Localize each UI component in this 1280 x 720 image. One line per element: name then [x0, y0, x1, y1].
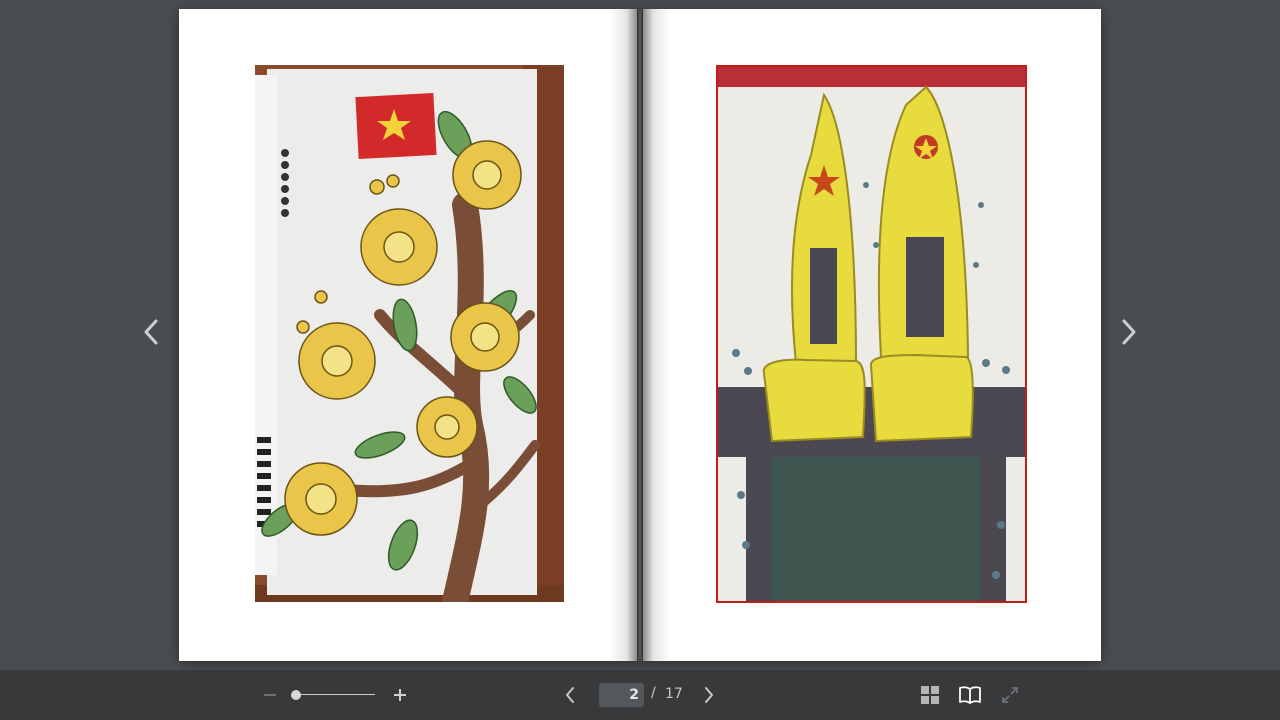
right-page[interactable]	[640, 9, 1101, 661]
book-spine	[637, 9, 643, 661]
open-book-icon	[959, 686, 981, 704]
bottom-toolbar: / 17	[0, 670, 1280, 720]
zoom-track	[291, 694, 375, 695]
page-separator: /	[651, 685, 656, 701]
book-view-button[interactable]	[956, 683, 984, 707]
side-next-page-button[interactable]	[1109, 312, 1149, 352]
next-page-button[interactable]	[697, 683, 721, 707]
left-page-drawing	[255, 65, 564, 602]
chevron-right-icon	[1122, 319, 1136, 345]
zoom-slider[interactable]	[291, 689, 375, 701]
minus-icon	[264, 694, 276, 696]
monument-drawing	[716, 65, 1027, 603]
viewer-stage	[0, 0, 1280, 670]
chevron-right-icon	[705, 687, 713, 703]
right-page-drawing	[716, 65, 1027, 603]
left-page[interactable]	[179, 9, 640, 661]
fullscreen-icon	[1002, 687, 1018, 703]
zoom-out-button[interactable]	[258, 683, 282, 707]
prev-page-button[interactable]	[558, 683, 582, 707]
apricot-blossom-drawing	[255, 65, 564, 602]
thumbnails-button[interactable]	[917, 683, 943, 707]
chevron-left-icon	[566, 687, 574, 703]
book-spread	[179, 9, 1101, 661]
page-number-input[interactable]	[599, 683, 644, 707]
zoom-in-button[interactable]	[388, 683, 412, 707]
side-prev-page-button[interactable]	[131, 312, 171, 352]
plus-icon	[394, 689, 406, 701]
total-pages: 17	[665, 686, 683, 702]
grid-icon	[921, 686, 939, 704]
chevron-left-icon	[144, 319, 158, 345]
fullscreen-button[interactable]	[998, 683, 1022, 707]
zoom-thumb[interactable]	[291, 690, 301, 700]
